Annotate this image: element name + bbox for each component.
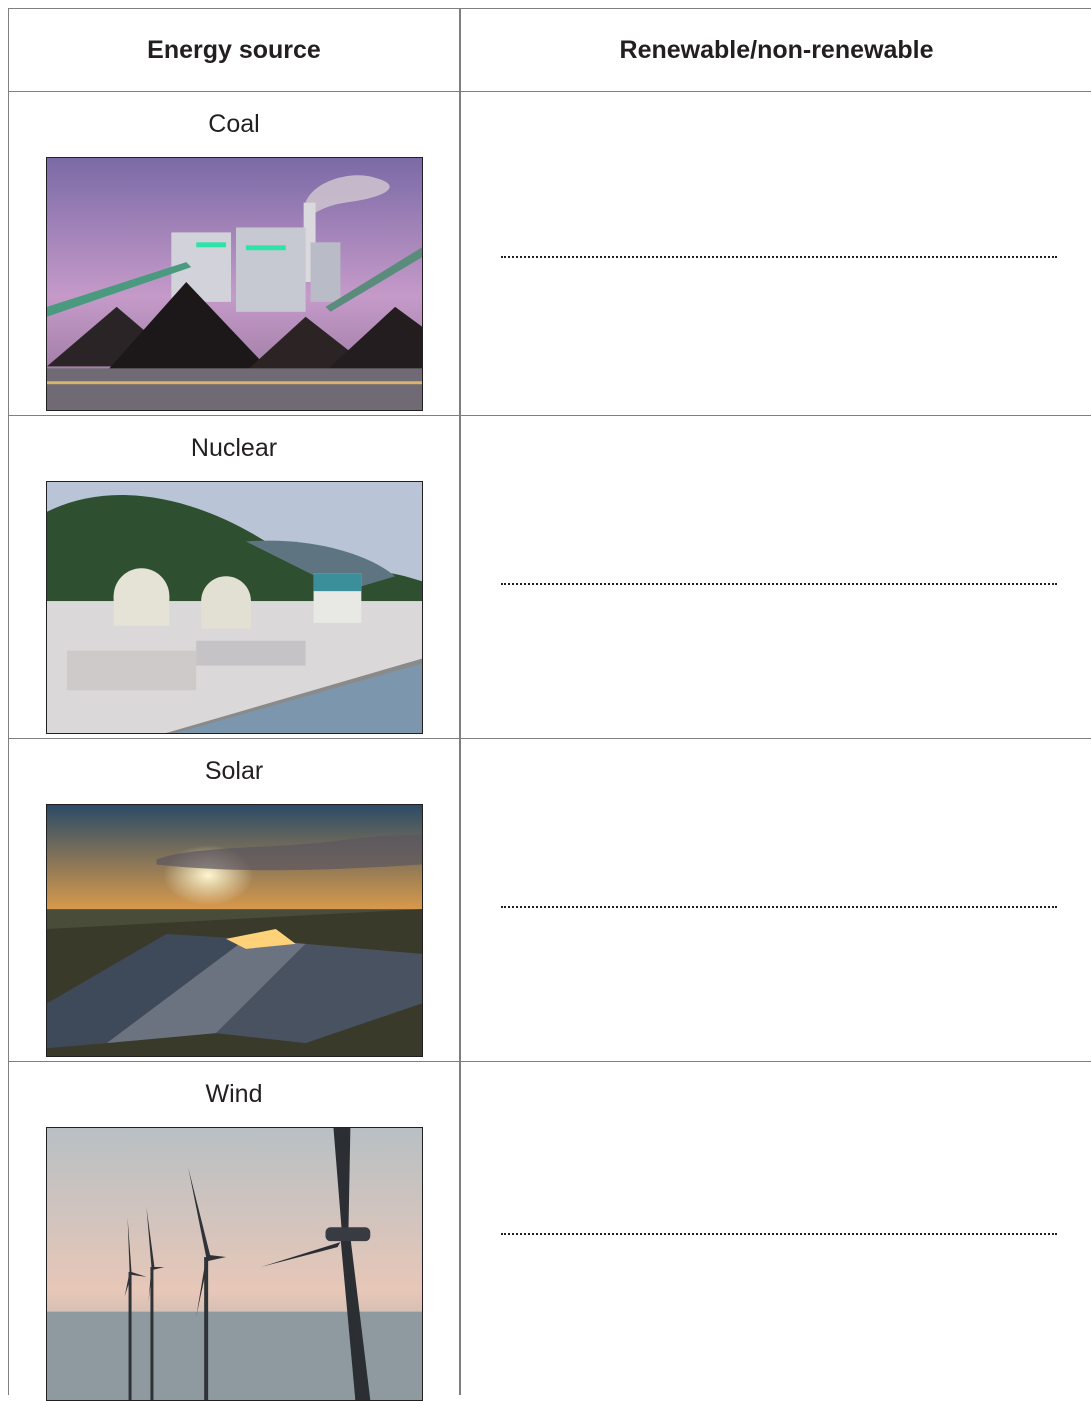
table-row-coal: Coal — [9, 92, 1091, 416]
answer-line-solar[interactable] — [501, 906, 1057, 908]
source-label-nuclear: Nuclear — [190, 434, 278, 462]
source-label-wind: Wind — [205, 1080, 263, 1108]
solar-farm-photo — [46, 804, 423, 1057]
source-label-solar: Solar — [204, 757, 264, 785]
energy-source-table: Energy source Renewable/non-renewable Co… — [8, 8, 1091, 1401]
table-header-row: Energy source Renewable/non-renewable — [9, 9, 1091, 92]
header-energy-source: Energy source — [147, 36, 321, 64]
table-row-wind: Wind — [9, 1062, 1091, 1401]
source-label-coal: Coal — [208, 110, 260, 138]
answer-line-nuclear[interactable] — [501, 583, 1057, 585]
header-renewable-non-renewable: Renewable/non-renewable — [619, 36, 934, 64]
nuclear-power-plant-photo — [46, 481, 423, 734]
offshore-wind-turbines-photo — [46, 1127, 423, 1401]
table-row-nuclear: Nuclear — [9, 416, 1091, 739]
answer-line-coal[interactable] — [501, 256, 1057, 258]
table-row-solar: Solar — [9, 739, 1091, 1062]
answer-line-wind[interactable] — [501, 1233, 1057, 1235]
coal-power-plant-photo — [46, 157, 423, 411]
